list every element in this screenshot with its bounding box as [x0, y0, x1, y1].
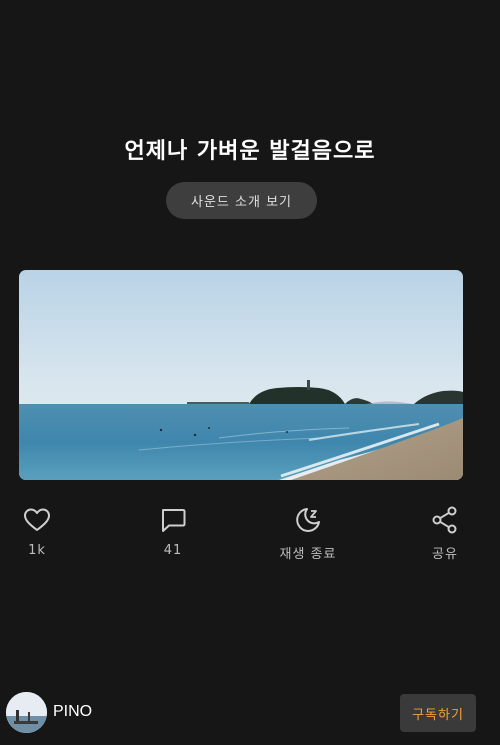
sleep-timer-label: 재생 종료	[279, 547, 337, 562]
comment-button[interactable]: 41	[133, 505, 213, 558]
heart-icon	[24, 508, 50, 531]
moon-sleep-icon	[296, 508, 320, 532]
comment-count: 41	[163, 543, 183, 558]
comment-icon	[162, 509, 186, 532]
sleep-timer-button[interactable]: 재생 종료	[268, 505, 348, 562]
channel-avatar[interactable]	[6, 692, 47, 733]
subscribe-button[interactable]: 구독하기	[400, 694, 476, 732]
episode-title: 언제나 가벼운 발걸음으로	[124, 139, 376, 164]
channel-name[interactable]: PINO	[53, 703, 92, 721]
action-bar: 1k 41 재생 종료 공유	[0, 505, 500, 565]
sound-intro-button[interactable]: 사운드 소개 보기	[166, 182, 317, 219]
share-label: 공유	[432, 547, 458, 562]
cover-photo	[19, 270, 463, 480]
like-button[interactable]: 1k	[0, 505, 77, 558]
channel-bar: PINO 구독하기	[0, 692, 500, 734]
share-icon	[432, 506, 457, 534]
like-count: 1k	[28, 543, 46, 558]
share-button[interactable]: 공유	[405, 505, 485, 562]
player-screen: 언제나 가벼운 발걸음으로 사운드 소개 보기 1k 41 재생 종료 공유 P…	[0, 0, 500, 745]
